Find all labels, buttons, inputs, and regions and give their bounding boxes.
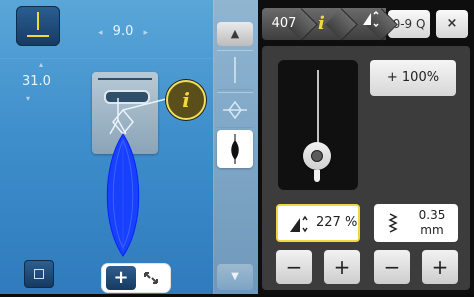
density-increase-button[interactable]: +: [422, 250, 458, 284]
breadcrumb: i 407: [262, 8, 398, 41]
info-icon: i: [182, 88, 190, 112]
scroll-up-button[interactable]: ▲: [217, 22, 253, 46]
info-button[interactable]: i: [166, 80, 206, 120]
square-tool-button[interactable]: [24, 260, 54, 288]
length-settings-panel: + 100% 227 % 0.35 mm − + − +: [262, 46, 470, 290]
fit-arrows-icon: [144, 272, 158, 284]
pattern-length-value: 227 %: [316, 215, 358, 230]
slider-handle[interactable]: [303, 142, 331, 170]
stitch-list-scrollbar: ▲ ▼: [213, 0, 258, 294]
breadcrumb-stitch-number[interactable]: 407: [262, 8, 318, 41]
diamond-stitch-icon: [223, 100, 247, 120]
stitch-density-field[interactable]: 0.35 mm: [374, 204, 458, 242]
line-stitch-icon: [234, 57, 236, 83]
zoom-controls: +: [102, 264, 170, 292]
slider-handle-tail: [314, 170, 320, 182]
square-icon: [34, 269, 44, 279]
stitch-option-diamond[interactable]: [217, 92, 253, 128]
plus-icon: +: [113, 267, 129, 288]
length-decrease-button[interactable]: −: [276, 250, 312, 284]
needle-slider[interactable]: [278, 60, 358, 190]
stitch-preview-area: ◂ 9.0 ▸ ▴ 31.0 ▾ i +: [0, 0, 213, 294]
zigzag-icon: [388, 213, 398, 233]
density-decrease-button[interactable]: −: [374, 250, 410, 284]
stitch-settings-panel: i 407 0-9 Q × + 100% 227 % 0.35 mm − + −…: [258, 0, 474, 294]
close-button[interactable]: ×: [436, 10, 468, 38]
length-adjust-icon: [290, 215, 308, 233]
sewing-screen: ◂ 9.0 ▸ ▴ 31.0 ▾ i + ▲ ▼ i 407 0-9 Q × +…: [0, 0, 474, 294]
scroll-down-button[interactable]: ▼: [217, 264, 253, 290]
stitch-density-value: 0.35 mm: [418, 208, 446, 237]
stitch-option-satin-selected[interactable]: [217, 130, 253, 168]
stitch-option-line[interactable]: [217, 50, 253, 90]
zoom-fit-button[interactable]: [136, 266, 166, 290]
pattern-length-field[interactable]: 227 %: [276, 204, 360, 242]
reset-100-percent-button[interactable]: + 100%: [370, 60, 456, 96]
stitch-pattern: [106, 97, 171, 257]
length-increase-button[interactable]: +: [324, 250, 360, 284]
satin-stitch-icon: [231, 134, 239, 164]
length-adjust-icon: [363, 10, 379, 28]
zoom-in-button[interactable]: +: [106, 266, 136, 290]
